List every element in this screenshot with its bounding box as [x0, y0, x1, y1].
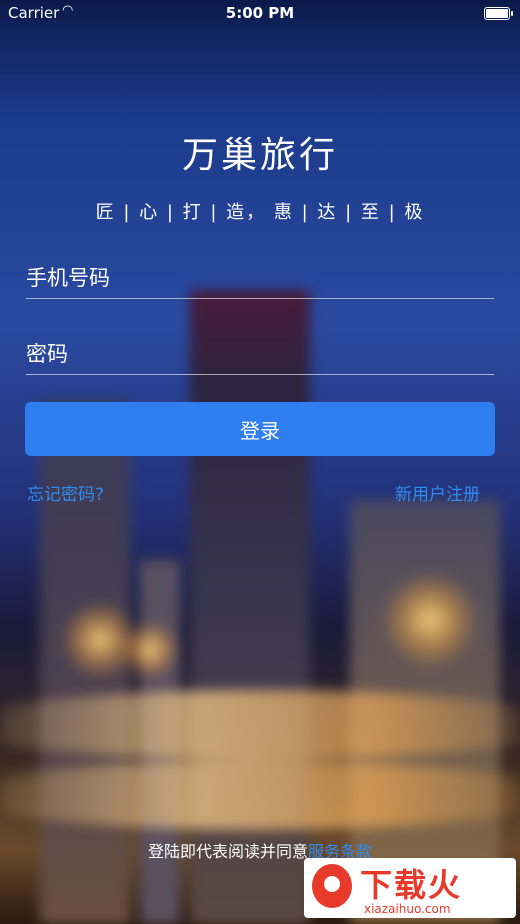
terms-text: 登陆即代表阅读并同意 — [147, 842, 308, 861]
phone-input[interactable] — [26, 258, 494, 298]
register-link[interactable]: 新用户注册 — [395, 480, 480, 505]
road-light-trail — [0, 760, 520, 830]
password-field — [26, 334, 494, 375]
status-time: 5:00 PM — [225, 4, 295, 22]
status-bar: Carrier ◠ 5:00 PM — [0, 0, 520, 26]
app-slogan: 匠 | 心 | 打 | 造， 惠 | 达 | 至 | 极 — [95, 202, 425, 223]
light-glow — [120, 620, 180, 680]
watermark: 下载火 xiazaihuo.com — [304, 858, 516, 918]
watermark-url: xiazaihuo.com — [364, 902, 451, 916]
login-button[interactable]: 登录 — [25, 402, 495, 456]
forgot-password-link[interactable]: 忘记密码? — [27, 480, 104, 505]
light-glow — [380, 570, 480, 670]
app-title: 万巢旅行 — [181, 135, 338, 176]
watermark-logo-icon — [312, 864, 352, 908]
watermark-name: 下载火 — [360, 866, 463, 904]
road-light-trail — [0, 690, 520, 760]
phone-field — [26, 258, 494, 299]
password-input[interactable] — [26, 334, 494, 374]
battery-icon — [484, 7, 513, 20]
